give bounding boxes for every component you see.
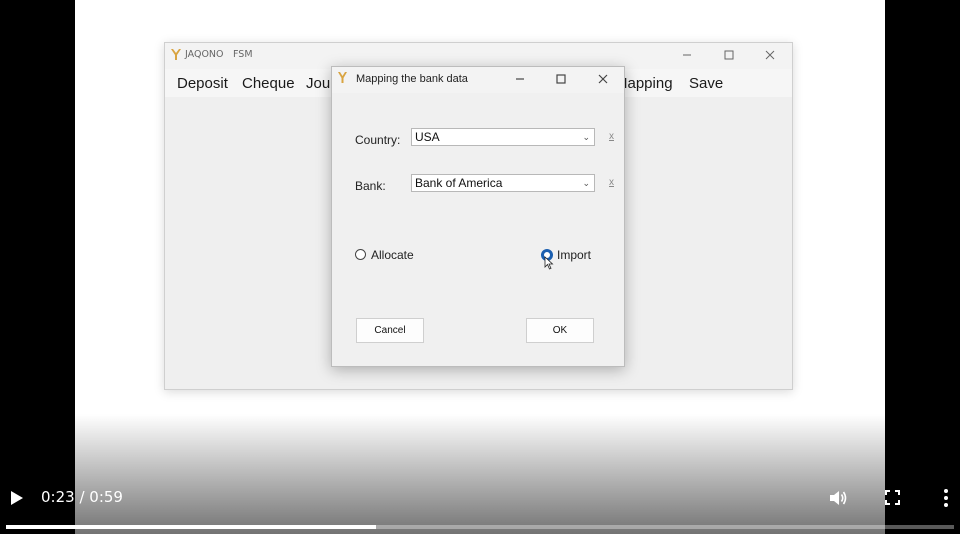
minimize-icon <box>516 78 524 80</box>
chevron-down-icon: ⌄ <box>582 132 590 142</box>
dialog-title: Mapping the bank data <box>356 73 468 85</box>
allocate-radio[interactable] <box>355 249 366 260</box>
maximize-button[interactable] <box>716 47 742 65</box>
bank-select[interactable]: Bank of America ⌄ <box>411 174 595 192</box>
mapping-dialog: Mapping the bank data Country: USA ⌄ x B… <box>331 66 625 367</box>
video-player[interactable]: JAQONO FSM Deposit Cheque Jour Mapping S… <box>0 0 960 534</box>
app-logo-icon <box>171 49 181 60</box>
more-options-icon[interactable] <box>942 488 950 508</box>
menu-item-deposit[interactable]: Deposit <box>177 75 228 92</box>
country-select-value: USA <box>415 130 440 144</box>
cancel-button[interactable]: Cancel <box>356 318 424 343</box>
dialog-titlebar: Mapping the bank data <box>332 67 624 93</box>
close-icon <box>765 50 775 60</box>
country-clear-button[interactable]: x <box>609 131 614 142</box>
menu-item-cheque[interactable]: Cheque <box>242 75 295 92</box>
dialog-minimize-button[interactable] <box>507 71 533 89</box>
progress-bar-played <box>6 525 376 529</box>
mouse-pointer-icon <box>544 256 554 270</box>
playback-time: 0:23 / 0:59 <box>41 488 123 506</box>
maximize-icon <box>724 50 734 60</box>
bank-label: Bank: <box>355 179 386 193</box>
app-title-module: FSM <box>233 49 253 60</box>
dialog-maximize-button[interactable] <box>548 71 574 89</box>
bank-clear-button[interactable]: x <box>609 177 614 188</box>
ok-button[interactable]: OK <box>526 318 594 343</box>
dialog-close-button[interactable] <box>590 71 616 89</box>
close-button[interactable] <box>757 47 783 65</box>
progress-bar[interactable] <box>6 525 954 529</box>
country-select[interactable]: USA ⌄ <box>411 128 595 146</box>
play-icon[interactable] <box>10 490 24 506</box>
bank-select-value: Bank of America <box>415 176 503 190</box>
dialog-logo-icon <box>338 72 347 83</box>
country-label: Country: <box>355 133 401 147</box>
minimize-icon <box>683 54 691 56</box>
allocate-radio-label[interactable]: Allocate <box>371 248 414 262</box>
video-controls: 0:23 / 0:59 <box>0 480 960 534</box>
chevron-down-icon: ⌄ <box>582 178 590 188</box>
import-radio-label[interactable]: Import <box>557 248 591 262</box>
minimize-button[interactable] <box>674 47 700 65</box>
close-icon <box>598 74 608 84</box>
volume-icon[interactable] <box>828 488 848 508</box>
fullscreen-icon[interactable] <box>885 490 900 505</box>
maximize-icon <box>556 74 566 84</box>
app-title-name: JAQONO <box>185 49 224 60</box>
menu-item-save[interactable]: Save <box>689 75 723 92</box>
